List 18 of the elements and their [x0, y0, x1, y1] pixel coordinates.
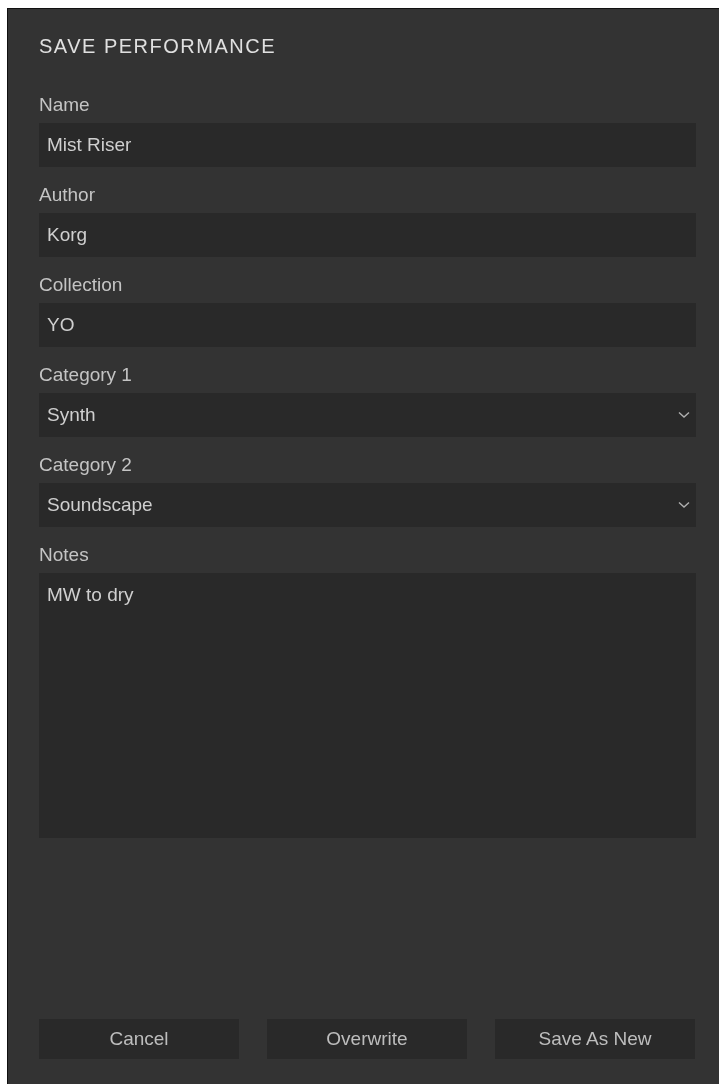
field-label: Author	[39, 183, 96, 207]
text-field[interactable]: Mist Riser	[39, 123, 696, 167]
chevron-down-icon	[678, 411, 690, 419]
field-label: Category 2	[39, 453, 133, 477]
field-label: Notes	[39, 543, 90, 567]
text-field[interactable]: Korg	[39, 213, 696, 257]
text-field[interactable]: YO	[39, 303, 696, 347]
chevron-down-icon	[678, 501, 690, 509]
dropdown[interactable]: Synth	[39, 393, 696, 437]
field-label: Category 1	[39, 363, 133, 387]
field-label: Name	[39, 93, 91, 117]
field-label: Collection	[39, 273, 124, 297]
notes-field[interactable]: MW to dry	[39, 573, 696, 838]
dropdown[interactable]: Soundscape	[39, 483, 696, 527]
dialog-button[interactable]: Cancel	[39, 1019, 239, 1059]
dialog-button[interactable]: Save As New	[495, 1019, 695, 1059]
dialog-title: SAVE PERFORMANCE	[39, 34, 277, 59]
dialog-button[interactable]: Overwrite	[267, 1019, 467, 1059]
